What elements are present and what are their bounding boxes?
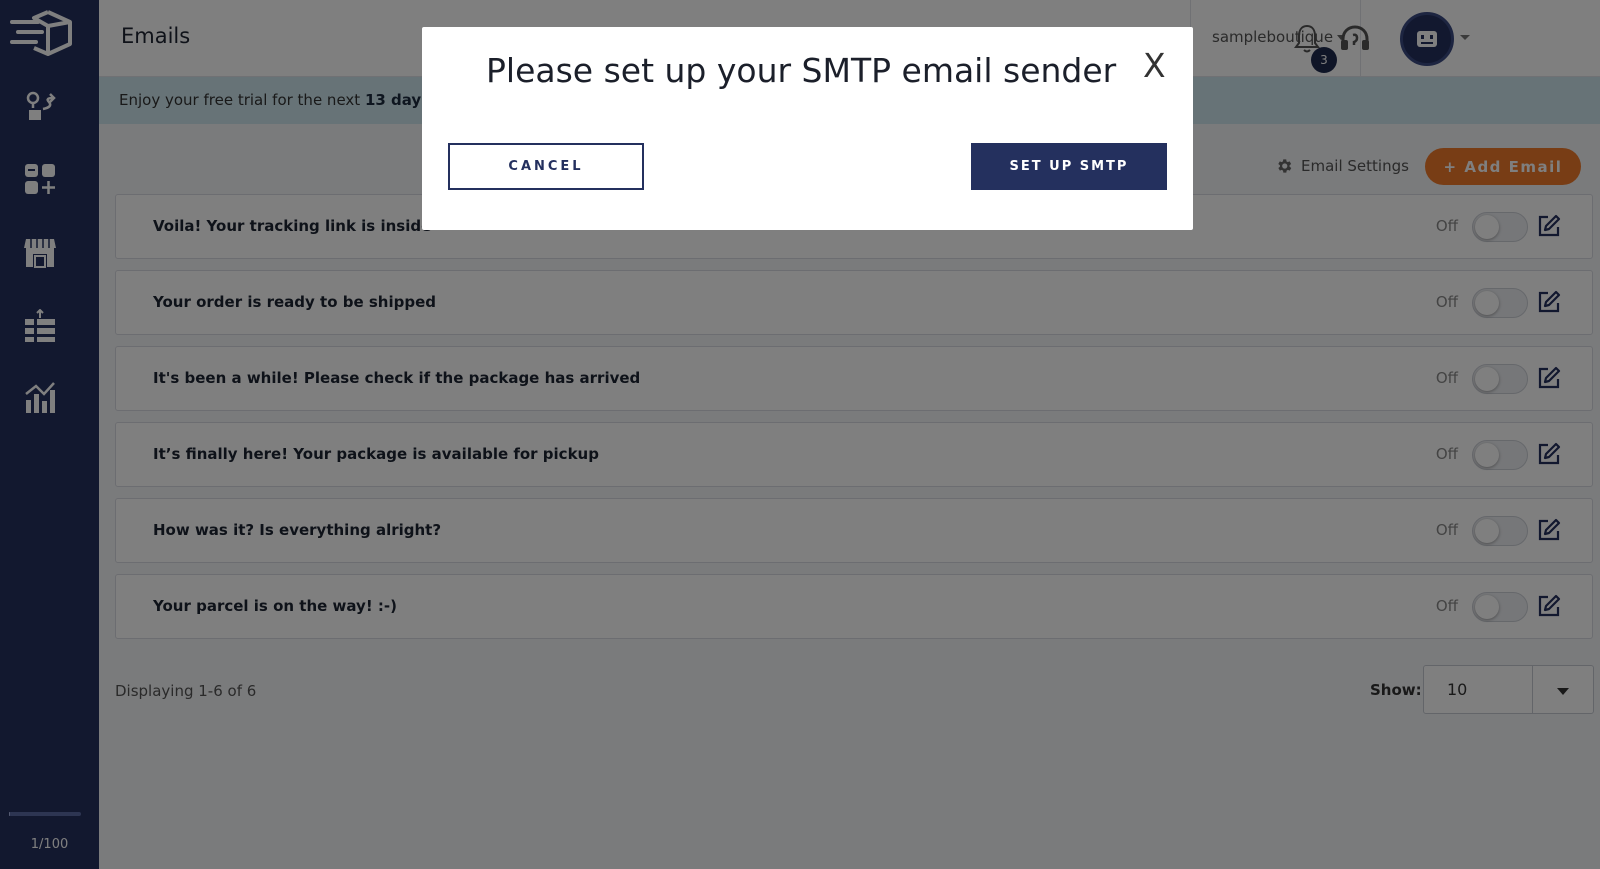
set-up-smtp-button[interactable]: SET UP SMTP xyxy=(971,143,1167,190)
dialog-title: Please set up your SMTP email sender xyxy=(486,51,1117,90)
cancel-button[interactable]: CANCEL xyxy=(448,143,644,190)
smtp-setup-dialog: Please set up your SMTP email sender X C… xyxy=(422,27,1193,230)
close-button[interactable]: X xyxy=(1143,49,1166,82)
